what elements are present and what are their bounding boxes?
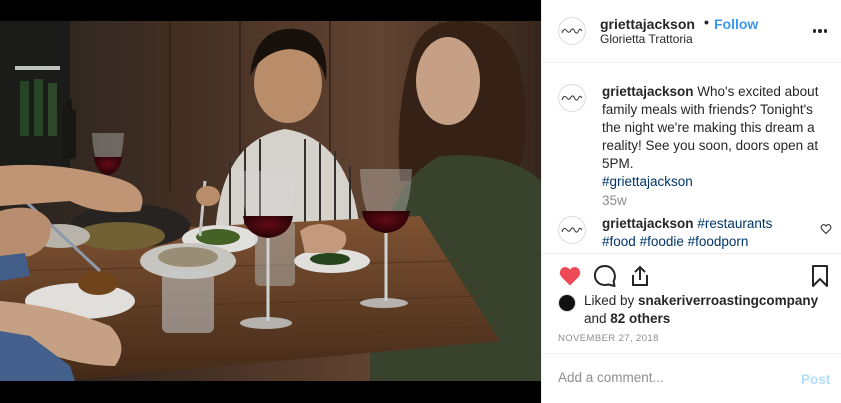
action-bar [542,253,841,297]
comment-tag[interactable]: #restaurants [697,216,772,231]
comment-username[interactable]: griettajackson [602,216,694,231]
post-sidebar: griettajackson • Follow Glorietta Tratto… [541,0,841,403]
comment-tag[interactable]: #foodie [640,234,684,249]
comment-icon[interactable] [593,264,617,288]
photo-pane [0,0,541,403]
follow-button[interactable]: Follow [714,16,758,32]
post-caption: griettajackson Who's excited about famil… [602,83,834,191]
likes-text: Liked by snakeriverroastingcompany and 8… [584,292,824,328]
caption-hashtag[interactable]: #griettajackson [602,174,693,189]
more-horizontal-icon[interactable] [808,22,832,40]
caption-username[interactable]: griettajackson [602,84,694,99]
add-comment-bar: Post [542,353,841,403]
post-date[interactable]: NOVEMBER 27, 2018 [558,333,659,344]
comment-tag[interactable]: #foodporn [688,234,749,249]
likes-prefix: Liked by [584,293,639,308]
bookmark-icon[interactable] [808,264,832,288]
logo-script-icon [561,28,583,34]
liker-username[interactable]: snakeriverroastingcompany [638,293,818,308]
likes-and: and [584,311,611,326]
comment-like-icon[interactable] [820,223,832,235]
share-icon[interactable] [628,264,652,288]
caption-age: 35w [602,193,627,208]
header-location[interactable]: Glorietta Trattoria [600,32,693,46]
profile-avatar[interactable] [558,17,586,45]
post-comment-button[interactable]: Post [801,372,830,387]
comment-avatar[interactable] [558,216,586,244]
post-photo[interactable] [0,21,541,381]
likes-others[interactable]: 82 others [610,311,670,326]
photo-illustration [0,21,541,381]
add-comment-input[interactable] [558,370,778,385]
comment: griettajackson #restaurants #food #foodi… [602,215,817,251]
heart-filled-icon[interactable] [558,264,582,288]
post-header: griettajackson • Follow Glorietta Tratto… [542,0,841,63]
header-username[interactable]: griettajackson [600,16,695,32]
header-separator: • [704,14,709,30]
caption-avatar[interactable] [558,84,586,112]
liker-avatar[interactable] [558,294,576,312]
comment-tag[interactable]: #food [602,234,636,249]
logo-script-icon [561,95,583,101]
logo-script-icon [561,227,583,233]
